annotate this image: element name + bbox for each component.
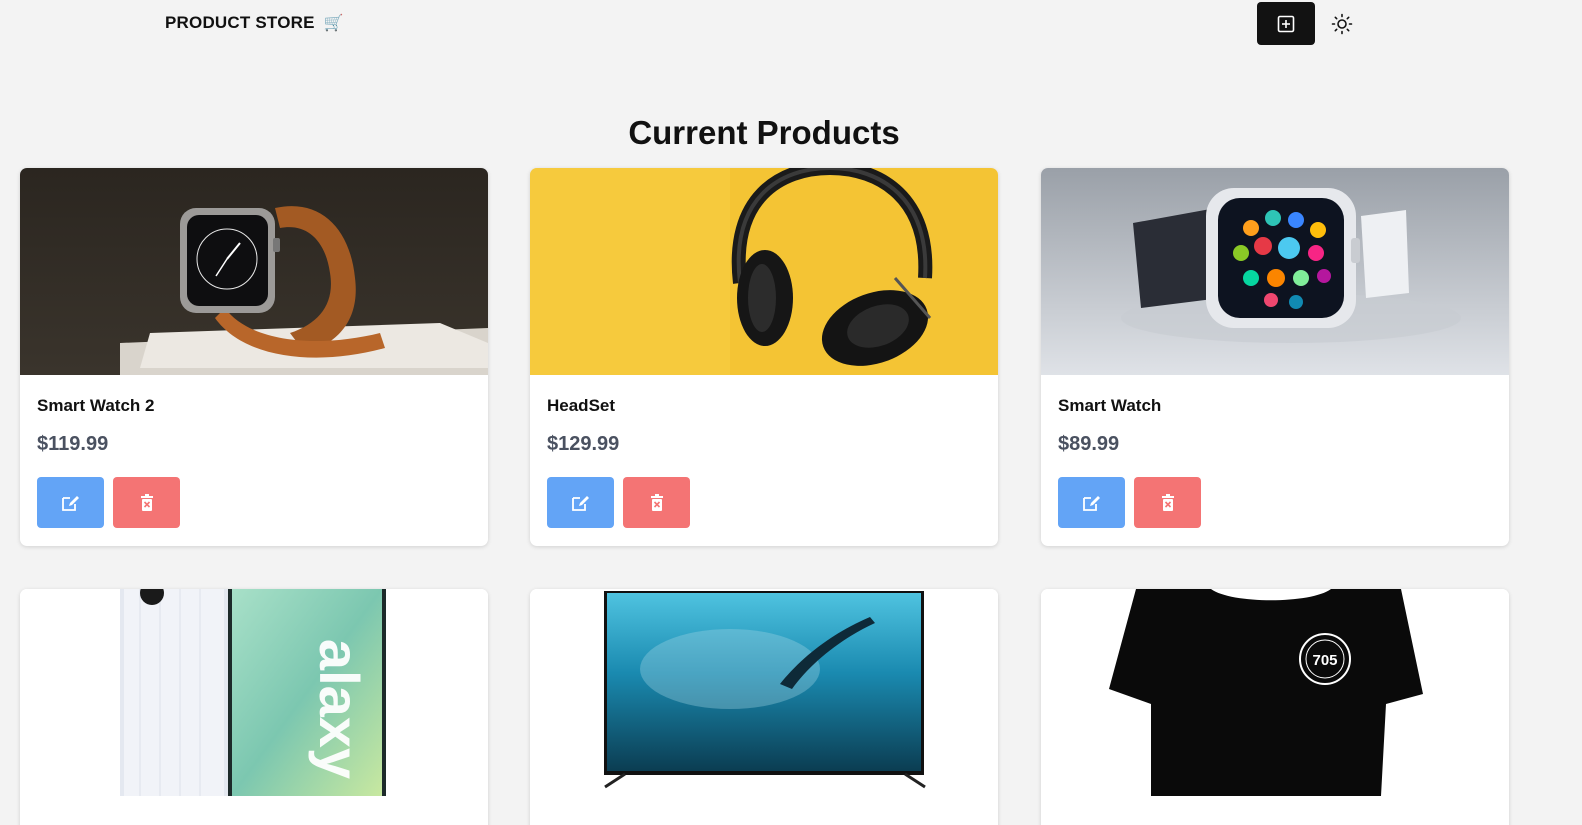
- product-price: $129.99: [547, 433, 620, 455]
- product-name: HeadSet: [547, 396, 616, 415]
- plus-square-icon: [1277, 15, 1295, 33]
- product-image: [1041, 168, 1509, 375]
- product-card: 705: [1041, 589, 1509, 825]
- edit-icon: [571, 494, 591, 512]
- product-name: Smart Watch: [1058, 396, 1162, 415]
- delete-button[interactable]: [113, 477, 180, 528]
- product-image: [530, 589, 998, 796]
- tshirt-logo-text: 705: [1312, 652, 1337, 669]
- shopping-cart-icon: 🛒: [323, 15, 344, 32]
- product-price: $119.99: [37, 433, 109, 455]
- sun-icon: [1331, 13, 1353, 35]
- product-card: Smart Watch $89.99: [1041, 168, 1509, 546]
- edit-icon: [1082, 494, 1102, 512]
- product-image: alaxy: [20, 589, 488, 796]
- edit-button[interactable]: [547, 477, 614, 528]
- product-card: alaxy: [20, 589, 488, 825]
- product-card: HeadSet $129.99: [530, 168, 998, 546]
- page-title: Current Products: [628, 114, 900, 151]
- theme-toggle-button[interactable]: [1326, 8, 1358, 40]
- delete-button[interactable]: [623, 477, 690, 528]
- brand-logo[interactable]: PRODUCT STORE 🛒: [165, 13, 344, 33]
- edit-button[interactable]: [37, 477, 104, 528]
- product-price: $89.99: [1058, 433, 1120, 455]
- trash-icon: [140, 494, 154, 511]
- create-product-button[interactable]: [1257, 2, 1315, 45]
- product-image: 705: [1041, 589, 1509, 796]
- product-image: [530, 168, 998, 375]
- trash-icon: [650, 494, 664, 511]
- edit-icon: [61, 494, 81, 512]
- trash-icon: [1161, 494, 1175, 511]
- svg-text:alaxy: alaxy: [308, 639, 371, 779]
- product-card: Smart Watch 2 $119.99: [20, 168, 488, 546]
- brand-title: PRODUCT STORE: [165, 13, 315, 32]
- product-card: [530, 589, 998, 825]
- edit-button[interactable]: [1058, 477, 1125, 528]
- navbar: PRODUCT STORE 🛒: [0, 0, 1582, 50]
- product-image: [20, 168, 488, 375]
- delete-button[interactable]: [1134, 477, 1201, 528]
- product-name: Smart Watch 2: [37, 396, 155, 415]
